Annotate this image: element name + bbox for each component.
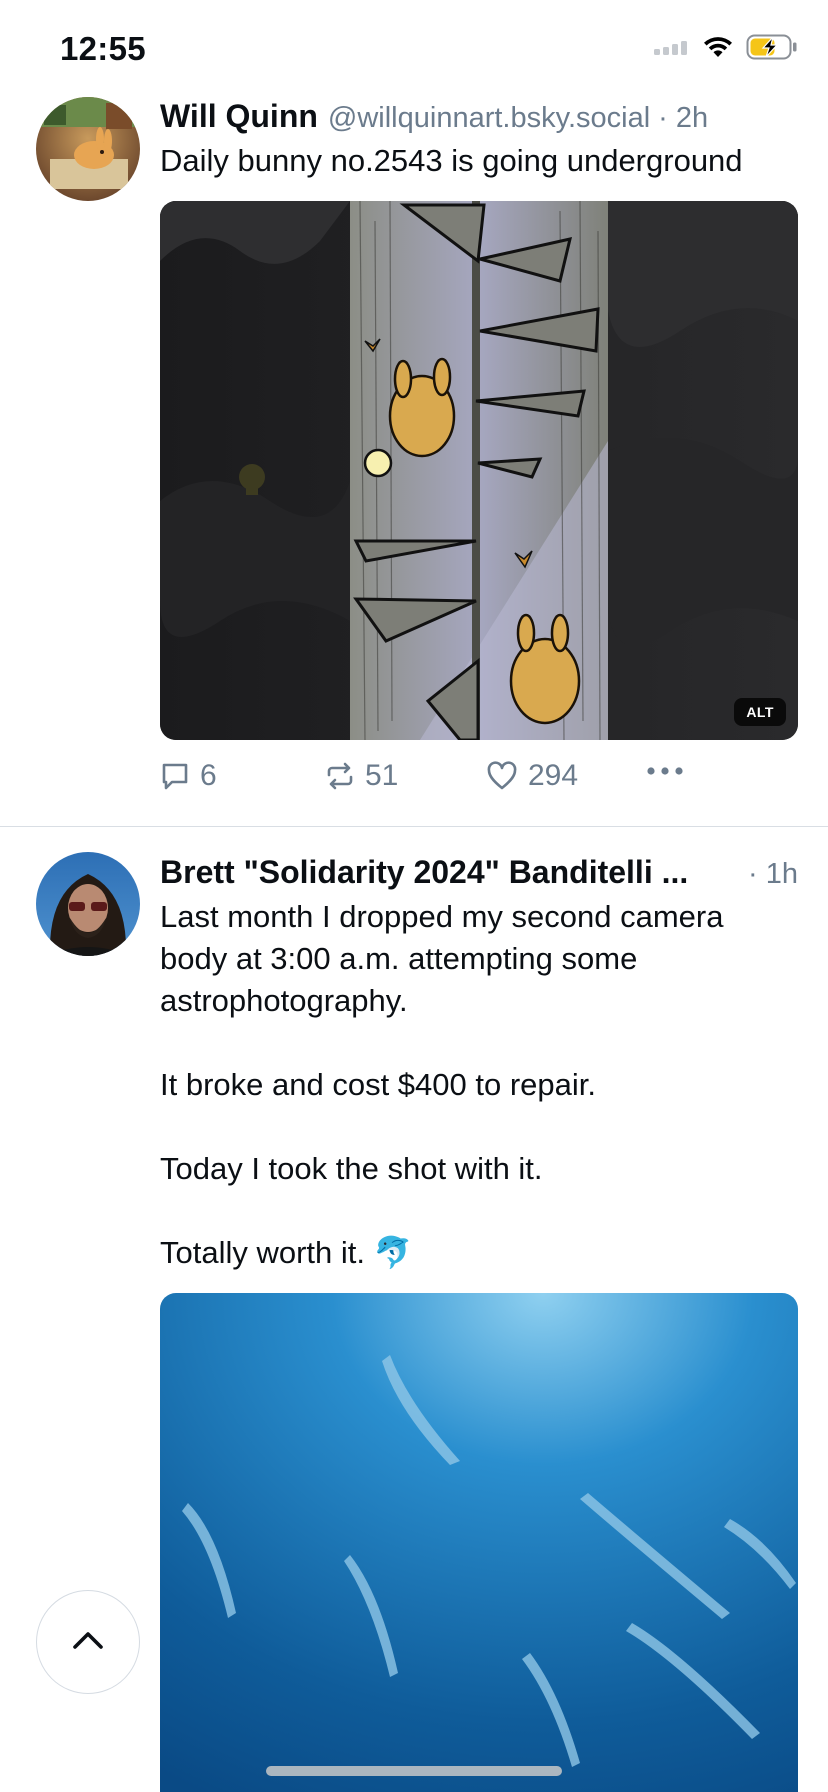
author-name[interactable]: Will Quinn (160, 98, 318, 135)
avatar[interactable] (36, 852, 140, 956)
like-button[interactable]: 294 (486, 759, 578, 793)
post-header: Will Quinn @willquinnart.bsky.social · 2… (160, 98, 798, 135)
ellipsis-icon (646, 765, 684, 777)
alt-badge[interactable]: ALT (734, 698, 786, 726)
more-options-button[interactable] (646, 765, 684, 777)
avatar[interactable] (36, 97, 140, 201)
reply-count: 6 (200, 759, 217, 792)
post-time[interactable]: · 1h (748, 858, 798, 891)
chevron-up-icon (71, 1629, 105, 1656)
repost-count: 51 (365, 759, 399, 792)
post-time[interactable]: · 2h (658, 102, 708, 135)
post-header: Brett "Solidarity 2024" Banditelli ... ·… (160, 854, 798, 891)
repost-icon (325, 761, 355, 791)
post-actions: 6 51 294 (160, 759, 798, 799)
heart-icon (486, 761, 518, 791)
speech-bubble-icon (160, 761, 190, 791)
reply-button[interactable]: 6 (160, 759, 217, 793)
home-indicator[interactable] (266, 1766, 562, 1776)
post-image[interactable] (160, 1293, 798, 1792)
like-count: 294 (528, 759, 579, 792)
post-image[interactable]: ALT (160, 201, 798, 740)
scroll-to-top-button[interactable] (36, 1590, 140, 1694)
feed-post[interactable]: Will Quinn @willquinnart.bsky.social · 2… (0, 0, 828, 826)
post-text: Daily bunny no.2543 is going underground (160, 143, 743, 178)
post-text: Last month I dropped my second camera bo… (160, 899, 724, 1270)
author-handle[interactable]: @willquinnart.bsky.social (328, 102, 650, 135)
author-name[interactable]: Brett "Solidarity 2024" Banditelli ... (160, 854, 688, 891)
repost-button[interactable]: 51 (325, 759, 398, 793)
app-screen: 12:55 Will Quinn @willquinnart.bsky.soci… (0, 0, 828, 1792)
